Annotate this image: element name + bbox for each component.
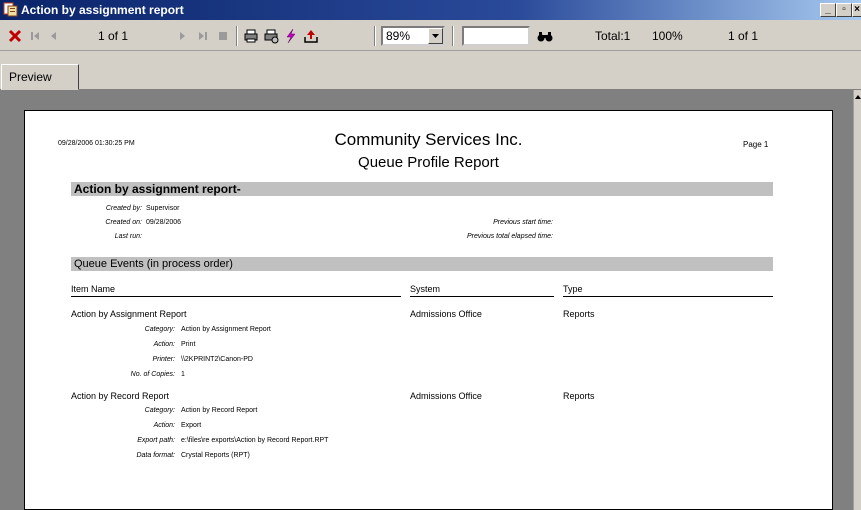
toolbar: 1 of 1 89% Total:1 100% 1 of 1 <box>0 21 861 51</box>
app-icon <box>3 2 18 17</box>
report-window: Action by assignment report _ ▫ × 1 of 1 <box>0 0 861 510</box>
print-setup-icon[interactable] <box>262 27 280 45</box>
export-icon[interactable] <box>302 27 320 45</box>
event-system: Admissions Office <box>410 391 482 401</box>
vertical-scrollbar[interactable] <box>853 90 861 510</box>
previous-start-label: Previous start time: <box>493 219 553 226</box>
page-indicator: 1 of 1 <box>98 29 129 43</box>
zoom-dropdown-button[interactable] <box>428 28 443 44</box>
detail-value: Action by Assignment Report <box>181 326 271 333</box>
column-item-name: Item Name <box>71 284 116 294</box>
detail-value: Crystal Reports (RPT) <box>181 452 250 459</box>
event-name: Action by Record Report <box>71 391 170 401</box>
chevron-up-icon <box>855 95 861 99</box>
maximize-button[interactable]: ▫ <box>836 3 852 17</box>
company-name: Community Services Inc. <box>334 130 523 149</box>
column-rule <box>71 296 401 297</box>
detail-label: Action: <box>153 422 175 429</box>
maximize-icon: ▫ <box>842 4 846 15</box>
last-page-icon[interactable] <box>194 27 212 45</box>
event-system: Admissions Office <box>410 309 482 319</box>
close-window-icon: × <box>854 4 860 15</box>
next-page-icon[interactable] <box>174 27 192 45</box>
tab-preview[interactable]: Preview <box>1 64 79 90</box>
column-rule <box>410 296 554 297</box>
percent-label: 100% <box>652 29 683 43</box>
close-icon[interactable] <box>6 27 24 45</box>
column-system: System <box>410 284 441 294</box>
detail-label: Action: <box>153 341 175 348</box>
window-title: Action by assignment report <box>21 3 184 17</box>
detail-label: Category: <box>144 407 175 414</box>
refresh-icon[interactable] <box>282 27 300 45</box>
chevron-down-icon <box>432 34 439 38</box>
event-name: Action by Assignment Report <box>71 309 187 319</box>
section-title: Action by assignment report- <box>71 182 773 196</box>
detail-value: e:\files\re exports\Action by Record Rep… <box>181 437 329 444</box>
minimize-button[interactable]: _ <box>820 3 836 17</box>
column-rule <box>563 296 773 297</box>
events-header: Queue Events (in process order) <box>71 257 773 271</box>
previous-elapsed-label: Previous total elapsed time: <box>467 233 553 240</box>
detail-value: Action by Record Report <box>181 407 258 414</box>
print-icon[interactable] <box>242 27 260 45</box>
page-count-label: 1 of 1 <box>728 29 759 43</box>
zoom-value: 89% <box>386 29 411 43</box>
detail-label: Printer: <box>152 356 175 363</box>
report-page: 09/28/2006 01:30:25 PM Page 1 Community … <box>24 110 833 510</box>
detail-label: Export path: <box>137 437 175 444</box>
created-on-label: Created on: <box>105 219 142 226</box>
report-title: Queue Profile Report <box>358 154 499 171</box>
close-window-button[interactable]: × <box>852 3 861 17</box>
column-type: Type <box>563 284 583 294</box>
event-type: Reports <box>563 309 595 319</box>
stop-icon[interactable] <box>214 27 232 45</box>
scroll-up-button[interactable] <box>854 90 861 104</box>
created-by-label: Created by: <box>105 205 142 212</box>
toolbar-separator <box>236 26 238 46</box>
event-type: Reports <box>563 391 595 401</box>
title-bar: Action by assignment report _ ▫ × <box>0 0 861 20</box>
tab-preview-label: Preview <box>9 70 52 84</box>
search-input[interactable] <box>462 26 530 46</box>
zoom-select[interactable]: 89% <box>381 26 445 46</box>
detail-value: Export <box>181 422 202 429</box>
toolbar-separator <box>452 26 454 46</box>
detail-label: No. of Copies: <box>130 371 175 378</box>
detail-label: Data format: <box>136 452 175 459</box>
created-by-value: Supervisor <box>146 205 180 212</box>
minimize-icon: _ <box>825 4 831 15</box>
detail-value: Print <box>181 341 196 348</box>
detail-label: Category: <box>144 326 175 333</box>
toolbar-separator <box>374 26 376 46</box>
first-page-icon[interactable] <box>26 27 44 45</box>
total-label: Total:1 <box>595 29 631 43</box>
prev-page-icon[interactable] <box>44 27 62 45</box>
detail-value: 1 <box>181 371 185 378</box>
last-run-label: Last run: <box>114 233 142 240</box>
detail-value: \\2KPRINT2\Canon-PD <box>181 356 253 363</box>
created-on-value: 09/28/2006 <box>146 219 182 226</box>
tab-bar: Preview <box>0 52 861 90</box>
find-icon[interactable] <box>536 27 554 45</box>
